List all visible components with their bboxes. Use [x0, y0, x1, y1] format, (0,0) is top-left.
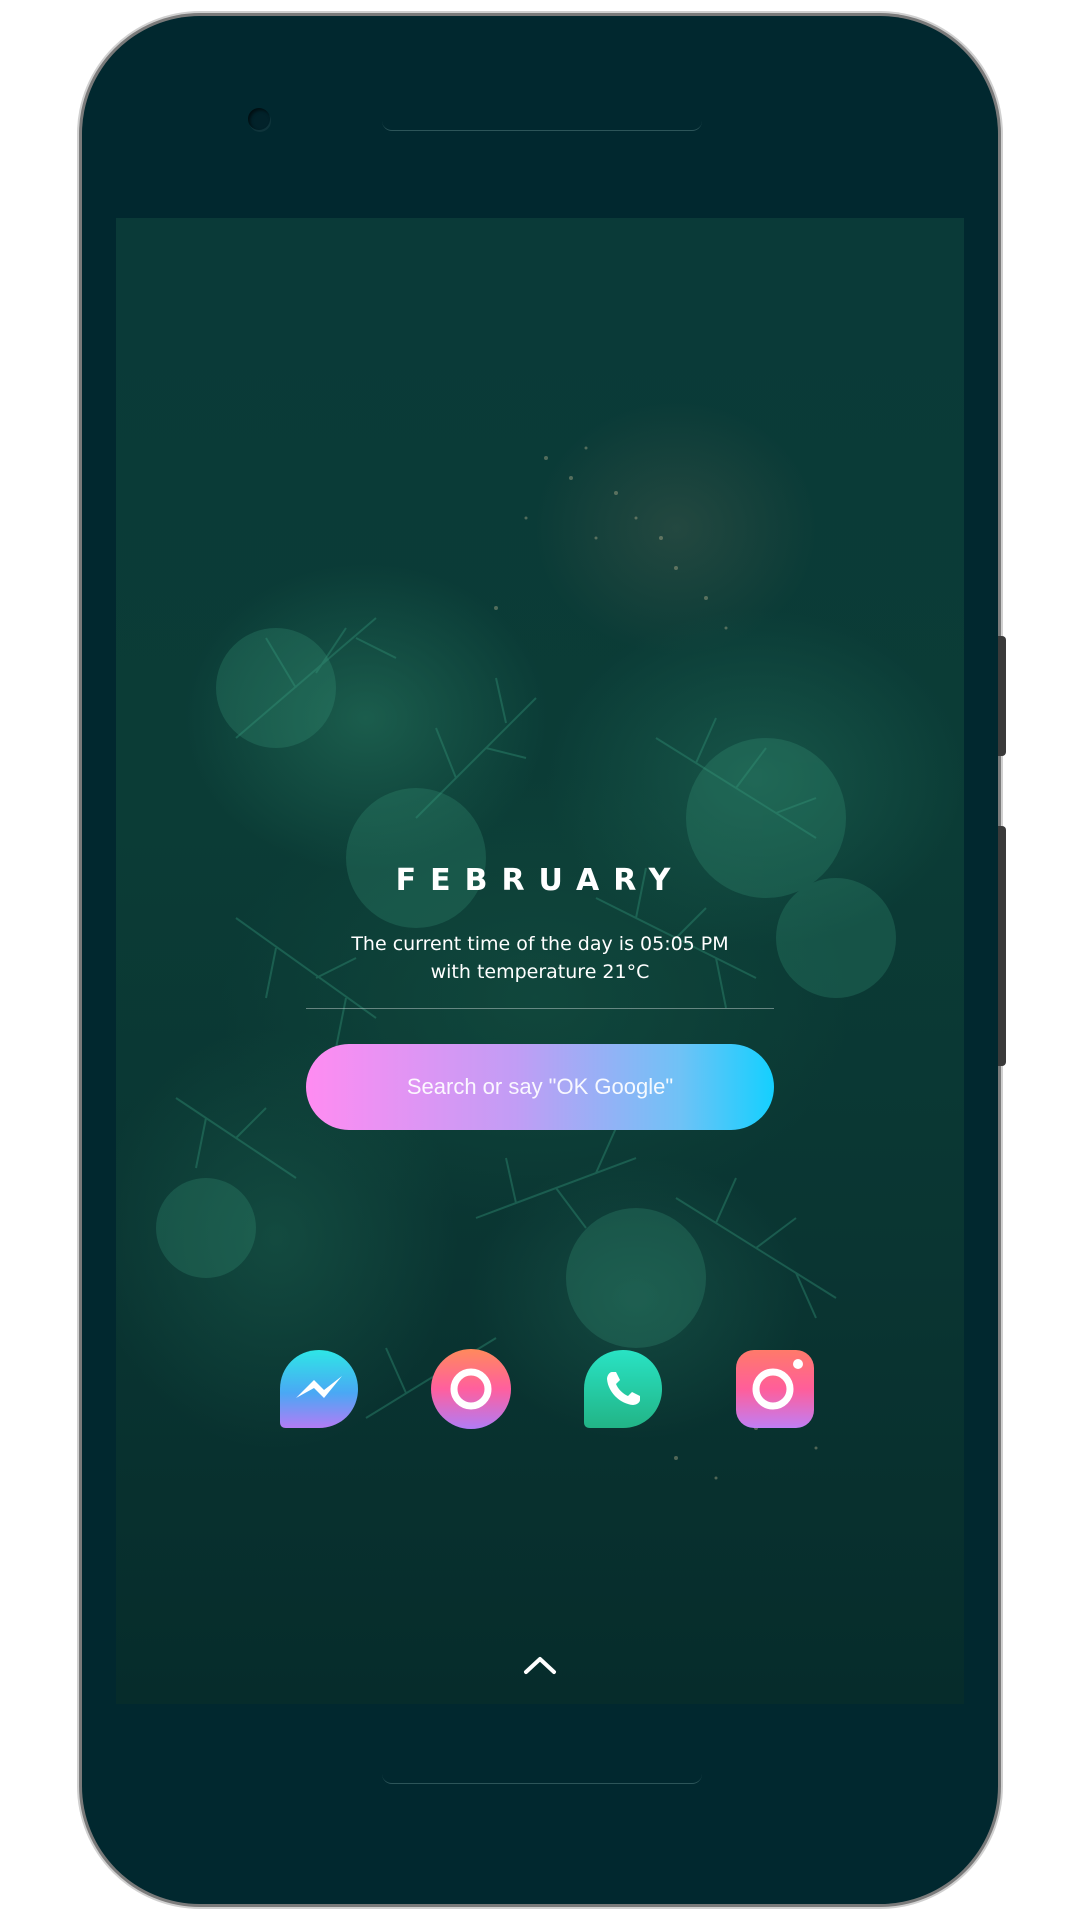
temperature-line: with temperature 21°C	[430, 961, 650, 983]
widget-divider	[306, 1008, 774, 1009]
time-temperature-text: The current time of the day is 05:05 PM …	[116, 930, 964, 986]
home-screen: FEBRUARY The current time of the day is …	[116, 218, 964, 1704]
month-label: FEBRUARY	[395, 863, 685, 898]
volume-button	[998, 826, 1006, 1066]
camera-lens-icon	[736, 1350, 814, 1428]
power-button	[998, 636, 1006, 756]
lightning-bolt-icon	[280, 1350, 358, 1428]
app-drawer-chevron-up-icon[interactable]	[520, 1650, 560, 1680]
google-search-bar[interactable]: Search or say "OK Google"	[306, 1044, 774, 1130]
messenger-app-icon[interactable]	[278, 1348, 360, 1430]
camera-square-app-icon[interactable]	[734, 1348, 816, 1430]
bottom-speaker	[382, 1765, 702, 1784]
front-camera	[248, 108, 270, 130]
time-line: The current time of the day is 05:05 PM	[351, 933, 729, 955]
phone-handset-icon	[584, 1350, 662, 1428]
ring-icon	[431, 1349, 511, 1429]
search-placeholder: Search or say "OK Google"	[406, 1074, 674, 1099]
top-speaker	[382, 112, 702, 131]
phone-app-icon[interactable]	[582, 1348, 664, 1430]
camera-round-app-icon[interactable]	[430, 1348, 512, 1430]
device-mockup: FEBRUARY The current time of the day is …	[0, 0, 1080, 1920]
